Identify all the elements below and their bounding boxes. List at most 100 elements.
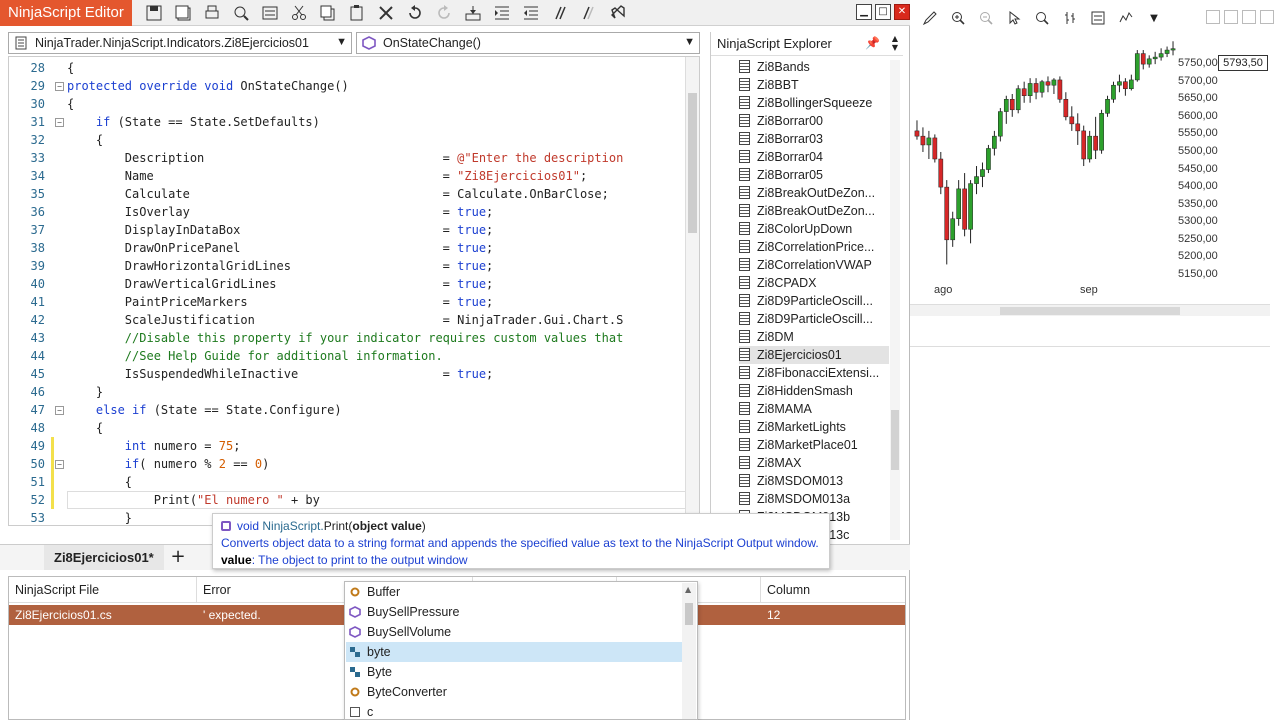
code-line[interactable]: 32 { [9,131,689,149]
code-line[interactable]: 42 ScaleJustification = NinjaTrader.Gui.… [9,311,689,329]
code-scrollbar[interactable] [685,57,699,525]
explorer-scrollbar[interactable] [890,60,900,540]
code-line[interactable]: 48 { [9,419,689,437]
pointer-icon[interactable] [1004,8,1024,28]
outdent-icon[interactable] [517,2,545,24]
scroll-thumb[interactable] [1000,307,1180,315]
explorer-item[interactable]: Zi8BBT [739,76,889,94]
explorer-item[interactable]: Zi8Ejercicios01 [739,346,889,364]
explorer-item[interactable]: Zi8CorrelationPrice... [739,238,889,256]
zoom-out-icon[interactable] [976,8,996,28]
explorer-item[interactable]: Zi8BreakOutDeZon... [739,202,889,220]
fold-toggle-icon[interactable]: − [55,406,64,415]
pin-icon[interactable]: 📌 [865,36,880,50]
code-line[interactable]: 49 int numero = 75; [9,437,689,455]
code-line[interactable]: 30 { [9,95,689,113]
uncomment-icon[interactable] [575,2,603,24]
code-line[interactable]: 28 { [9,59,689,77]
chart-close-button[interactable] [1260,10,1274,24]
explorer-item[interactable]: Zi8MarketLights [739,418,889,436]
compile-icon[interactable] [459,2,487,24]
member-dropdown[interactable]: OnStateChange() ▼ [356,32,700,54]
explorer-item[interactable]: Zi8HiddenSmash [739,382,889,400]
autocomplete-item[interactable]: BuySellVolume [346,622,682,642]
code-line[interactable]: 40 DrawVerticalGridLines = true; [9,275,689,293]
save-all-icon[interactable] [169,2,197,24]
code-line[interactable]: 29 − protected override void OnStateChange… [9,77,689,95]
chart-maximize-button[interactable] [1242,10,1256,24]
explorer-item[interactable]: Zi8MSDOM013 [739,472,889,490]
bar-type-icon[interactable] [1060,8,1080,28]
chart-minimize-button[interactable] [1206,10,1220,24]
editor-titlebar[interactable]: NinjaScript Editor ▁ □ ✕ [0,0,910,26]
paste-icon[interactable] [343,2,371,24]
autocomplete-item[interactable]: ByteConverter [346,682,682,702]
autocomplete-item[interactable]: Byte [346,662,682,682]
explorer-item[interactable]: Zi8MSDOM013a [739,490,889,508]
code-line[interactable]: 52 Print("El numero " + by [9,491,689,509]
explorer-item[interactable]: Zi8Borrar00 [739,112,889,130]
explorer-item[interactable]: Zi8BreakOutDeZon... [739,184,889,202]
explorer-item[interactable]: Zi8Bands [739,58,889,76]
code-line[interactable]: 37 DisplayInDataBox = true; [9,221,689,239]
visual-studio-icon[interactable] [604,2,632,24]
code-line[interactable]: 44 //See Help Guide for additional infor… [9,347,689,365]
find-icon[interactable] [227,2,255,24]
column-file[interactable]: NinjaScript File [9,577,197,603]
save-icon[interactable] [140,2,168,24]
scroll-thumb[interactable] [891,410,899,470]
dropdown-icon[interactable]: ▼ [1144,8,1164,28]
strategy-icon[interactable] [1116,8,1136,28]
autocomplete-scrollbar[interactable]: ▲ [682,583,696,719]
cut-icon[interactable] [285,2,313,24]
fold-toggle-icon[interactable]: − [55,118,64,127]
close-button[interactable]: ✕ [894,4,910,20]
explorer-item[interactable]: Zi8FibonacciExtensi... [739,364,889,382]
indicators-icon[interactable] [1088,8,1108,28]
code-line[interactable]: 46 } [9,383,689,401]
explorer-item[interactable]: Zi8BollingerSqueeze [739,94,889,112]
autocomplete-item[interactable]: Buffer [346,582,682,602]
explorer-item[interactable]: Zi8D9ParticleOscill... [739,310,889,328]
fold-toggle-icon[interactable]: − [55,460,64,469]
code-line[interactable]: 34 Name = "Zi8Ejercicios01"; [9,167,689,185]
code-line[interactable]: 35 Calculate = Calculate.OnBarClose; [9,185,689,203]
explorer-item[interactable]: Zi8Borrar05 [739,166,889,184]
explorer-item[interactable]: Zi8Borrar04 [739,148,889,166]
indent-icon[interactable] [488,2,516,24]
autocomplete-item[interactable]: c [346,702,682,720]
code-line[interactable]: 38 DrawOnPricePanel = true; [9,239,689,257]
namespace-dropdown[interactable]: NinjaTrader.NinjaScript.Indicators.Zi8Ej… [8,32,352,54]
data-box-icon[interactable] [1032,8,1052,28]
redo-icon[interactable] [430,2,458,24]
fold-toggle-icon[interactable]: − [55,82,64,91]
code-line[interactable]: 31 − if (State == State.SetDefaults) [9,113,689,131]
explorer-item[interactable]: Zi8DM [739,328,889,346]
explorer-item[interactable]: Zi8CorrelationVWAP [739,256,889,274]
explorer-item[interactable]: Zi8ColorUpDown [739,220,889,238]
replace-icon[interactable] [256,2,284,24]
explorer-item[interactable]: Zi8MAX [739,454,889,472]
chart-scrollbar[interactable] [910,304,1270,316]
code-line[interactable]: 50 − if( numero % 2 == 0) [9,455,689,473]
delete-icon[interactable] [372,2,400,24]
code-line[interactable]: 36 IsOverlay = true; [9,203,689,221]
maximize-button[interactable]: □ [875,4,891,20]
scroll-thumb[interactable] [685,603,693,625]
column-column[interactable]: Column [761,577,905,603]
code-line[interactable]: 47 − else if (State == State.Configure) [9,401,689,419]
code-line[interactable]: 45 IsSuspendedWhileInactive = true; [9,365,689,383]
scroll-up-icon[interactable]: ▲ [685,585,691,594]
chart-restore-button[interactable] [1224,10,1238,24]
print-icon[interactable] [198,2,226,24]
zoom-in-icon[interactable] [948,8,968,28]
price-chart[interactable] [910,36,1180,282]
explorer-item[interactable]: Zi8MarketPlace01 [739,436,889,454]
code-line[interactable]: 43 //Disable this property if your indic… [9,329,689,347]
add-tab-button[interactable]: + [166,545,190,570]
minimize-button[interactable]: ▁ [856,4,872,20]
autocomplete-item[interactable]: BuySellPressure [346,602,682,622]
autocomplete-item[interactable]: byte [346,642,682,662]
pencil-icon[interactable] [920,8,940,28]
copy-icon[interactable] [314,2,342,24]
